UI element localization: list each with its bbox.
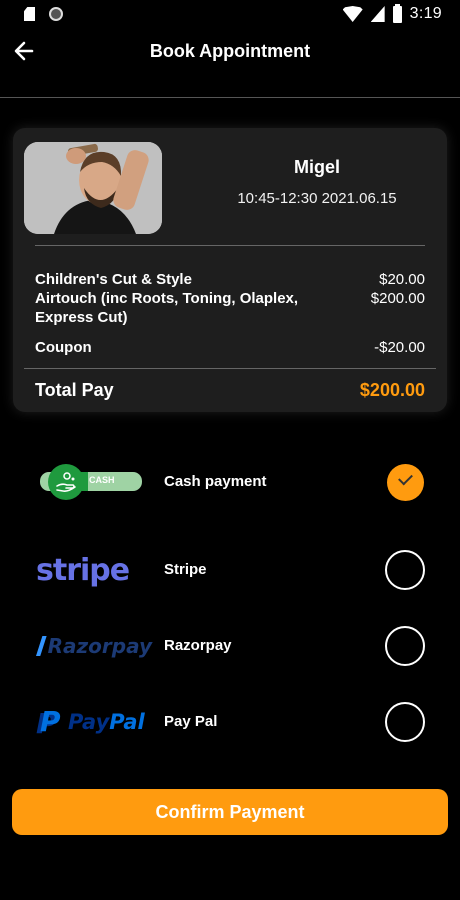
service-row: Airtouch (inc Roots, Toning, Olaplex, Ex… — [35, 289, 425, 327]
payment-option-stripe[interactable]: stripe Stripe — [0, 540, 460, 600]
service-row: Children's Cut & Style $20.00 — [35, 270, 425, 289]
stripe-logo-text: stripe — [36, 552, 130, 588]
card-divider — [35, 245, 425, 246]
total-value: $200.00 — [359, 380, 425, 400]
service-name: Airtouch (inc Roots, Toning, Olaplex, Ex… — [35, 290, 299, 326]
service-price: $20.00 — [379, 271, 425, 288]
razorpay-logo-text: Razorpay — [47, 634, 152, 658]
status-bar: 3:19 — [0, 0, 460, 30]
confirm-payment-button[interactable]: Confirm Payment — [12, 789, 448, 835]
appointment-time: 10:45-12:30 2021.06.15 — [237, 190, 397, 207]
payment-radio[interactable] — [385, 550, 425, 590]
payment-label: Pay Pal — [164, 713, 218, 730]
appointment-summary-card: Migel 10:45-12:30 2021.06.15 Children's … — [13, 128, 447, 412]
barber-name: Migel — [293, 157, 340, 177]
signal-icon — [370, 6, 385, 22]
coupon-row: Coupon -$20.00 — [35, 339, 425, 356]
payment-option-razorpay[interactable]: Razorpay Razorpay — [0, 616, 460, 676]
service-price: $200.00 — [370, 290, 425, 307]
payment-label: Razorpay — [164, 637, 232, 654]
page-title: Book Appointment — [149, 41, 311, 61]
paypal-logo-pal: Pal — [109, 710, 145, 734]
payment-option-paypal[interactable]: PP PayPal Pay Pal — [0, 692, 460, 752]
cash-logo-graphic: CASH — [36, 452, 142, 512]
paypal-mark-icon: PP — [36, 705, 61, 740]
wifi-icon — [342, 6, 363, 22]
razorpay-logo: Razorpay — [36, 616, 152, 676]
service-name: Children's Cut & Style — [35, 271, 192, 288]
stripe-logo: stripe — [36, 540, 152, 600]
battery-icon — [392, 3, 402, 23]
coupon-label: Coupon — [35, 339, 92, 356]
total-label: Total Pay — [35, 380, 114, 400]
status-time: 3:19 — [409, 5, 442, 22]
app-header: Book Appointment — [0, 30, 460, 74]
payment-radio[interactable] — [385, 702, 425, 742]
barber-photo-illustration — [24, 142, 162, 234]
header-divider — [0, 97, 460, 98]
cash-hand-icon — [48, 464, 84, 500]
payment-radio[interactable] — [385, 626, 425, 666]
status-left — [24, 7, 63, 21]
paypal-logo-pay: Pay — [68, 710, 110, 734]
payment-label: Cash payment — [164, 473, 267, 490]
payment-label: Stripe — [164, 561, 207, 578]
payment-radio-selected[interactable] — [387, 464, 424, 501]
total-row: Total Pay $200.00 — [35, 380, 425, 401]
cash-logo: CASH — [36, 452, 152, 512]
razorpay-mark-icon — [36, 636, 47, 656]
coupon-value: -$20.00 — [374, 339, 425, 356]
circle-dot-icon — [49, 7, 63, 21]
status-right: 3:19 — [342, 3, 442, 23]
paypal-logo-text: PayPal — [68, 710, 145, 734]
paypal-logo: PP PayPal — [36, 692, 152, 752]
cash-logo-text: CASH — [89, 475, 115, 485]
payment-option-cash[interactable]: CASH Cash payment — [0, 452, 460, 512]
barber-photo — [24, 142, 162, 234]
sd-card-icon — [24, 7, 35, 21]
total-divider — [24, 368, 436, 369]
screen: 3:19 Book Appointment Migel 10:45-12:30 … — [0, 0, 460, 900]
